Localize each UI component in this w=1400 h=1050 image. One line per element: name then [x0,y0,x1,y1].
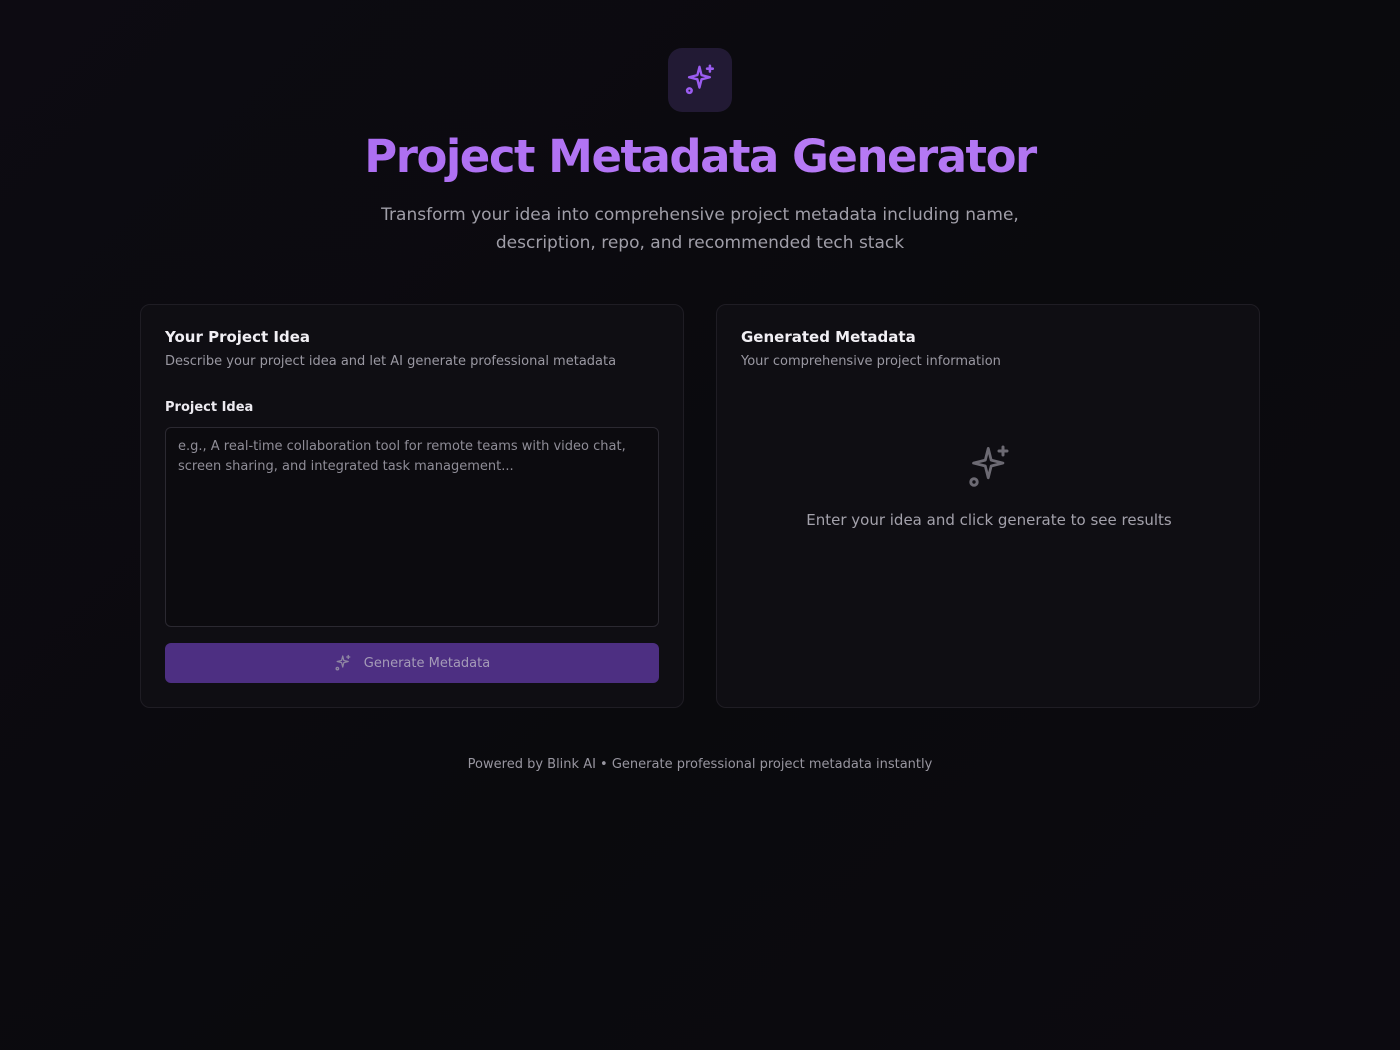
page: Project Metadata Generator Transform you… [0,0,1400,1050]
project-idea-card: Your Project Idea Describe your project … [140,304,684,708]
sparkles-icon [969,445,1009,487]
generate-button-label: Generate Metadata [363,655,491,671]
sparkles-icon [335,654,351,671]
footer-text: Powered by Blink AI • Generate professio… [467,757,933,772]
generate-metadata-button[interactable]: Generate Metadata [165,643,659,683]
logo-badge [668,48,732,112]
project-idea-label: Project Idea [165,400,254,415]
empty-state: Enter your idea and click generate to se… [717,443,1261,529]
generated-metadata-card: Generated Metadata Your comprehensive pr… [716,304,1260,708]
card-title: Your Project Idea [165,328,310,346]
sparkles-icon [685,64,715,95]
empty-state-text: Enter your idea and click generate to se… [806,511,1172,529]
page-title: Project Metadata Generator [0,130,1400,183]
project-idea-input[interactable] [165,427,659,627]
page-subtitle: Transform your idea into comprehensive p… [381,205,1019,253]
card-title: Generated Metadata [741,328,916,346]
card-description: Your comprehensive project information [741,354,1001,369]
card-description: Describe your project idea and let AI ge… [165,354,617,369]
